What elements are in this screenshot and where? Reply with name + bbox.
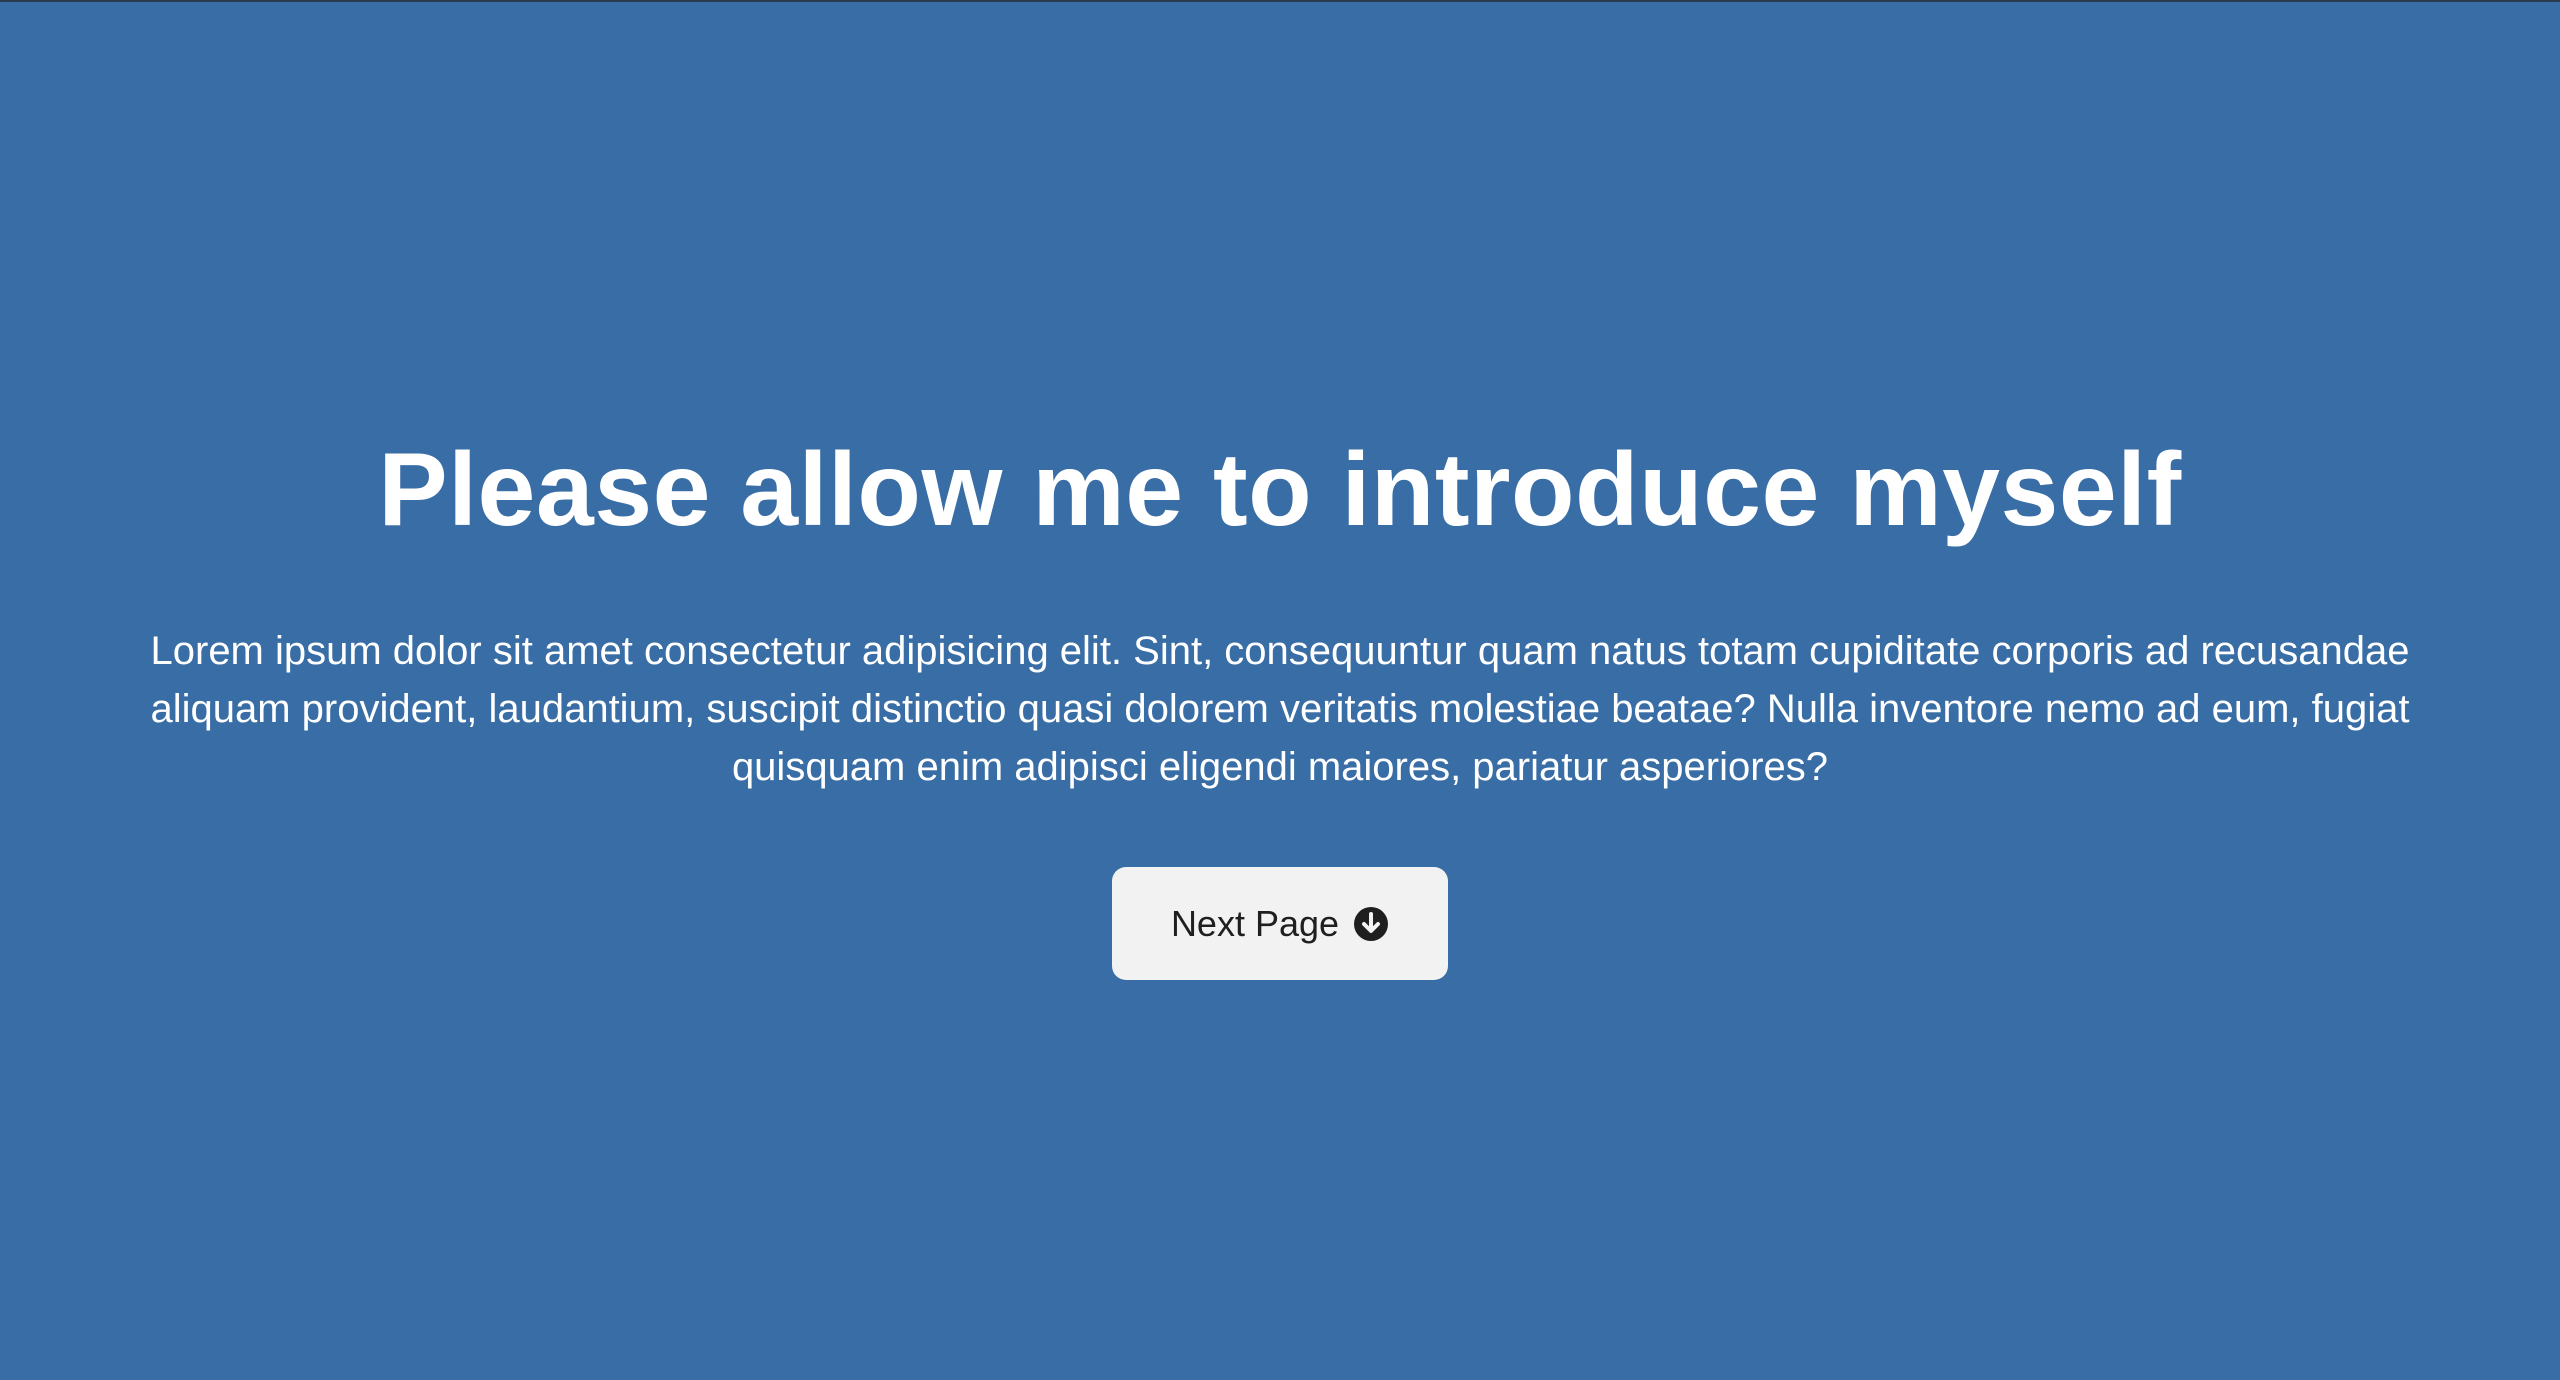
next-page-button-label: Next Page [1170,902,1340,944]
intro-paragraph: Lorem ipsum dolor sit amet consectetur a… [150,629,2410,789]
page-title: Please allow me to introduce myself [378,432,2182,548]
next-page-button[interactable]: Next Page [1112,867,1448,980]
arrow-circle-down-icon [1353,906,1389,942]
hero-section: Please allow me to introduce myself Lore… [0,0,2560,1380]
